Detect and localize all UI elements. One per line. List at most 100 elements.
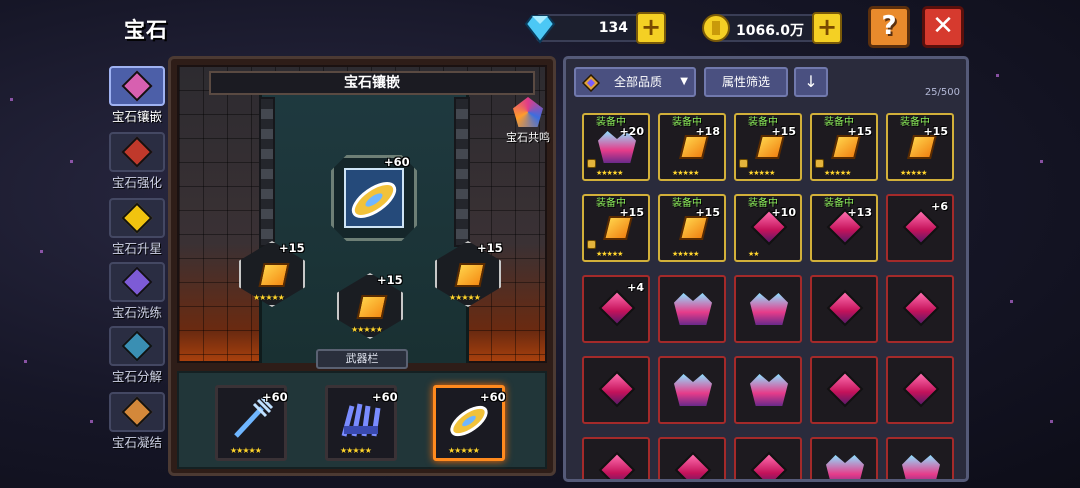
inlay-stage: 宝石镶嵌 宝石共鸣 +60 +15 ★★★★★ +15 ★★★★★ +15 ★★… <box>177 65 550 363</box>
sidebar-item-icon-box <box>109 326 165 366</box>
gem-cell[interactable]: +4 <box>582 275 650 343</box>
gem-cell[interactable] <box>658 356 726 424</box>
chevron-down-icon: ▼ <box>680 76 688 87</box>
weapon-slot-3[interactable]: +60 ★★★★★ <box>433 385 506 461</box>
side-slot-2-stars: ★★★★★ <box>351 325 383 334</box>
gem-cell[interactable]: 装备中 +15 ★★★★★ <box>810 113 878 181</box>
right-chain <box>454 97 470 247</box>
gem-icon <box>121 396 153 428</box>
gem-cell[interactable]: 装备中 +18 ★★★★★ <box>658 113 726 181</box>
weapon-2-stars: ★★★★★ <box>340 446 372 455</box>
gem-cell[interactable] <box>810 437 878 479</box>
gem-cell[interactable]: 装备中 +10 ★★ <box>734 194 802 262</box>
gem-icon <box>121 330 153 362</box>
gem-cell[interactable]: 装备中 +15 ★★★★★ <box>658 194 726 262</box>
gem-cell[interactable]: 装备中 +20 ★★★★★ <box>582 113 650 181</box>
gem-icon <box>902 208 940 246</box>
gem-cell[interactable] <box>582 356 650 424</box>
crown-gem-icon <box>826 455 864 479</box>
gem-cell[interactable] <box>810 356 878 424</box>
crown-gem-icon <box>902 455 940 479</box>
sidebar-item-4[interactable]: 宝石洗练 <box>108 262 166 322</box>
page-title: 宝石 <box>124 18 168 42</box>
help-button[interactable]: ? <box>868 6 910 48</box>
gem-cell[interactable]: 装备中 +13 <box>810 194 878 262</box>
weapon-slot-2[interactable]: +60 ★★★★★ <box>325 385 398 461</box>
diamond-counter: 134 + <box>524 12 666 44</box>
weapon-slot-1[interactable]: +60 ★★★★★ <box>215 385 288 461</box>
weapon-3-level: +60 <box>480 390 506 404</box>
weapon-bar: +60 ★★★★★ +60 ★★★★★ +60 ★★★★★ <box>177 371 547 469</box>
gem-cell[interactable]: 装备中 +15 ★★★★★ <box>734 113 802 181</box>
gem-icon <box>121 136 153 168</box>
sidebar-item-label: 宝石镶嵌 <box>111 109 162 124</box>
gem-icon <box>598 451 636 479</box>
gem-cell[interactable]: 装备中 +15 ★★★★★ <box>886 113 954 181</box>
gem-icon <box>826 370 864 408</box>
gem-cell[interactable]: +6 <box>886 194 954 262</box>
sidebar-item-label: 宝石升星 <box>111 241 162 256</box>
gem-cell[interactable] <box>810 275 878 343</box>
sort-button[interactable]: ↓ <box>794 67 828 97</box>
crown-gem-icon <box>674 374 712 406</box>
sidebar-item-1[interactable]: 宝石镶嵌 <box>108 66 166 126</box>
left-chain <box>259 97 275 247</box>
gem-icon <box>121 266 153 298</box>
add-gold-button[interactable]: + <box>812 12 842 44</box>
gem-stars: ★★★★★ <box>824 169 851 177</box>
gem-cell[interactable] <box>734 275 802 343</box>
gem-cell[interactable] <box>658 275 726 343</box>
gem-stars: ★★★★★ <box>748 169 775 177</box>
gem-cell[interactable] <box>658 437 726 479</box>
scroll-gem-icon <box>907 135 937 159</box>
side-slot-1-level: +15 <box>279 241 305 255</box>
gem-stars: ★★ <box>748 250 760 258</box>
weapon-1-level: +60 <box>262 390 288 404</box>
lock-icon <box>739 159 748 168</box>
gem-stars: ★★★★★ <box>900 169 927 177</box>
gem-resonance-button[interactable]: 宝石共鸣 <box>499 97 553 145</box>
crown-gem-icon <box>750 293 788 325</box>
sidebar-item-6[interactable]: 宝石凝结 <box>108 392 166 452</box>
add-diamond-button[interactable]: + <box>636 12 666 44</box>
gem-icon <box>902 370 940 408</box>
attribute-filter-button[interactable]: 属性筛选 <box>704 67 788 97</box>
gem-cell[interactable] <box>582 437 650 479</box>
gem-cell[interactable] <box>734 437 802 479</box>
scroll-gem-icon <box>831 135 861 159</box>
gem-cell[interactable] <box>734 356 802 424</box>
sidebar-item-label: 宝石强化 <box>111 175 162 190</box>
scroll-gem-icon <box>356 295 388 319</box>
sidebar-item-icon-box <box>109 132 165 172</box>
sidebar-item-3[interactable]: 宝石升星 <box>108 198 166 258</box>
crown-gem-icon <box>750 374 788 406</box>
quality-gem-icon <box>582 74 600 92</box>
weapon-3-stars: ★★★★★ <box>448 446 480 455</box>
sort-arrow-icon: ↓ <box>804 72 818 91</box>
gem-stars: ★★★★★ <box>596 169 623 177</box>
scroll-gem-icon <box>258 263 290 287</box>
attribute-filter-label: 属性筛选 <box>721 75 770 89</box>
gem-icon <box>674 451 712 479</box>
disc-icon <box>344 168 404 228</box>
side-slot-2-level: +15 <box>377 273 403 287</box>
scroll-gem-icon <box>454 263 486 287</box>
gem-cell[interactable] <box>886 275 954 343</box>
sidebar-item-label: 宝石分解 <box>111 369 162 384</box>
gem-cell[interactable] <box>886 437 954 479</box>
gem-stars: ★★★★★ <box>672 169 699 177</box>
quality-filter-dropdown[interactable]: 全部品质 ▼ <box>574 67 696 97</box>
resonance-icon <box>513 97 543 127</box>
gem-stars: ★★★★★ <box>672 250 699 258</box>
close-button[interactable]: ✕ <box>922 6 964 48</box>
gem-level: +15 <box>847 125 872 138</box>
sidebar-item-5[interactable]: 宝石分解 <box>108 326 166 386</box>
gold-coin-icon <box>702 14 730 42</box>
side-slot-1-stars: ★★★★★ <box>253 293 285 302</box>
sidebar-item-2[interactable]: 宝石强化 <box>108 132 166 192</box>
gem-cell[interactable]: 装备中 +15 ★★★★★ <box>582 194 650 262</box>
gem-cell[interactable] <box>886 356 954 424</box>
gem-level: +4 <box>627 281 644 294</box>
side-slot-3-level: +15 <box>477 241 503 255</box>
inlay-panel: 宝石镶嵌 宝石共鸣 +60 +15 ★★★★★ +15 ★★★★★ +15 ★★… <box>168 56 556 476</box>
